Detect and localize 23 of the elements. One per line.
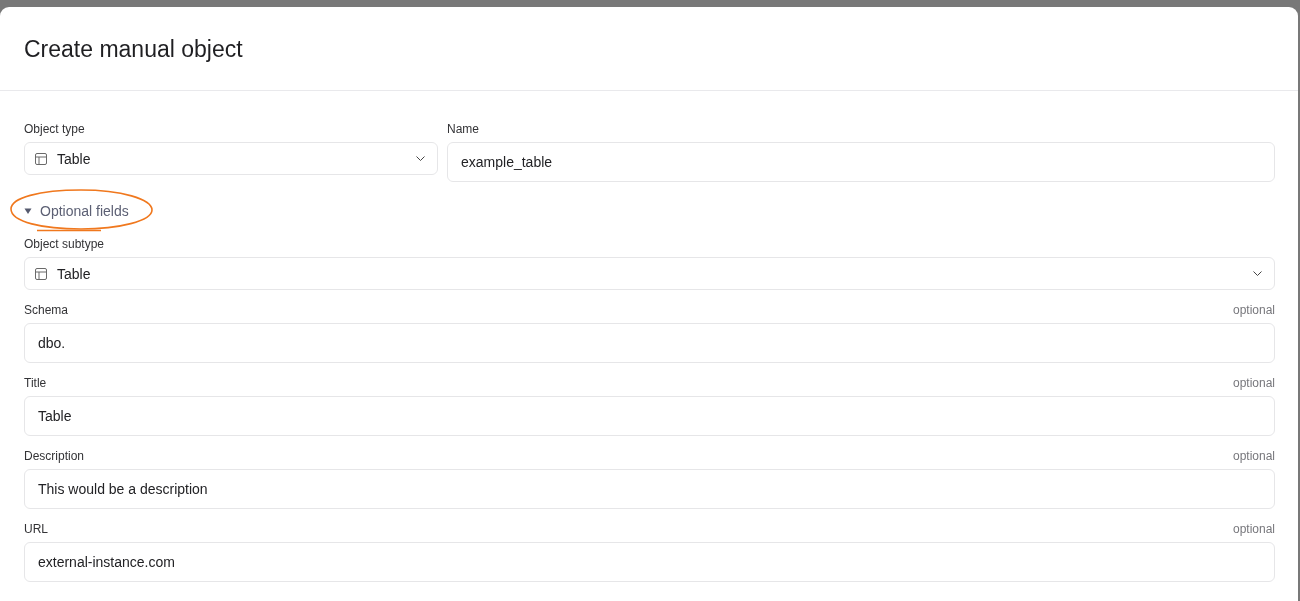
table-icon	[35, 152, 47, 165]
field-label: Object type	[24, 122, 85, 136]
table-icon	[35, 267, 47, 280]
optional-note: optional	[1232, 376, 1275, 390]
field-label: Name	[447, 122, 479, 136]
chevron-down-icon	[1253, 271, 1262, 276]
field-label: Description	[24, 449, 85, 463]
field-label: Title	[24, 376, 47, 390]
optional-note: optional	[1232, 522, 1275, 536]
chevron-down-icon	[416, 156, 425, 161]
dropdown-select[interactable]: Table	[24, 142, 438, 175]
field-label: Object subtype	[24, 237, 105, 251]
text-input[interactable]: dbo.	[24, 323, 1275, 363]
dropdown-select[interactable]: Table	[24, 257, 1275, 290]
optional-note: optional	[1232, 449, 1275, 463]
field-label: Schema	[24, 303, 69, 317]
field-label: URL	[24, 522, 48, 536]
text-input[interactable]: example_table	[447, 142, 1275, 182]
dialog-title: Create manual object	[24, 34, 243, 63]
text-input[interactable]: This would be a description	[24, 469, 1275, 509]
optional-note: optional	[1232, 303, 1275, 317]
text-input[interactable]: external-instance.com	[24, 542, 1275, 582]
text-input[interactable]: Table	[24, 396, 1275, 436]
